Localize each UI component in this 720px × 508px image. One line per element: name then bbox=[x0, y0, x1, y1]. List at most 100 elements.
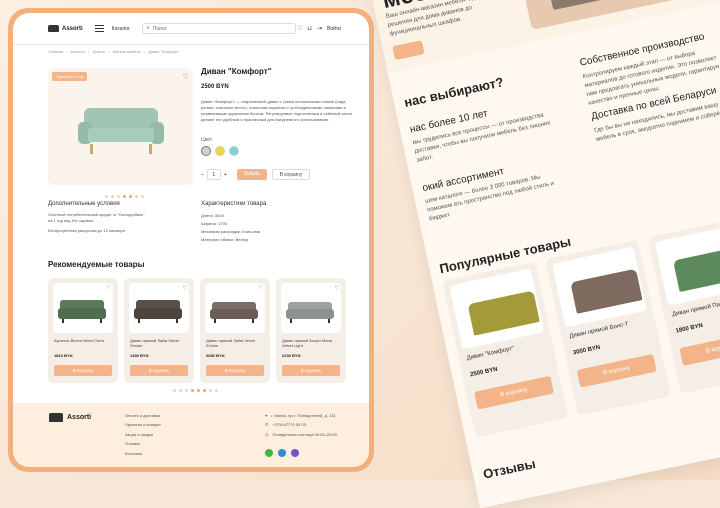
heart-icon[interactable]: ♡ bbox=[183, 73, 188, 80]
bg-product-card[interactable]: Диван "Комфорт" 2500 BYN В корзину bbox=[442, 261, 569, 438]
color-swatch-yellow[interactable] bbox=[215, 146, 225, 156]
characteristic-item: Длина: 3000 bbox=[201, 213, 224, 218]
add-to-cart-button[interactable]: В корзину bbox=[473, 375, 555, 410]
breadcrumb-item[interactable]: Купить bbox=[93, 49, 106, 54]
logo-text: Assorti bbox=[67, 414, 92, 421]
quantity-input[interactable]: 1 bbox=[206, 169, 221, 180]
quantity-plus-button[interactable]: + bbox=[224, 172, 227, 178]
cart-icon[interactable]: ⊔ bbox=[307, 26, 312, 32]
breadcrumb-item[interactable]: Главная bbox=[48, 49, 63, 54]
footer-link[interactable]: Акции и скидки bbox=[125, 430, 161, 439]
footer-logo[interactable]: Assorti bbox=[49, 413, 91, 422]
location-icon: ⌖ bbox=[265, 413, 268, 418]
product-price: 3000 BYN bbox=[572, 344, 601, 357]
product-name[interactable]: Диван прямой Бьорн Мини Velvet Light bbox=[282, 338, 342, 348]
quantity-stepper: – 1 + bbox=[201, 169, 227, 180]
footer-link[interactable]: Гарантия и возврат bbox=[125, 420, 161, 429]
product-price: 1450 BYN bbox=[130, 353, 149, 358]
bg-hero-button[interactable] bbox=[392, 40, 425, 61]
add-to-cart-button[interactable]: В корзину bbox=[130, 365, 188, 376]
product-card[interactable]: ♡ Диван прямой Лайм Velvet Smoke 1450 BY… bbox=[124, 278, 194, 383]
product-price: 2500 BYN bbox=[201, 84, 229, 90]
buy-button[interactable]: Купить bbox=[237, 169, 267, 180]
footer-link[interactable]: Оплата и доставка bbox=[125, 411, 161, 420]
product-name[interactable]: Кушетка Вента Velvet Terra bbox=[54, 338, 114, 343]
footer-link[interactable]: Отзывы bbox=[125, 439, 161, 448]
device-frame: Assorti Каталог ⌕ ♡ ⊔ ⇥ Войти Главная• К… bbox=[8, 8, 374, 472]
product-price: 2500 BYN bbox=[469, 366, 499, 379]
logo[interactable]: Assorti bbox=[48, 25, 83, 32]
social-links bbox=[265, 449, 299, 457]
condition-line: Беспроцентная рассрочка до 12 месяцев bbox=[48, 228, 125, 233]
bg-product-card[interactable]: Диван прямой Бонс-Т 3000 BYN В корзину bbox=[544, 239, 672, 416]
color-swatch-gray[interactable] bbox=[201, 146, 211, 156]
login-link[interactable]: Войти bbox=[327, 26, 341, 32]
add-to-cart-button[interactable]: В корзину bbox=[54, 365, 112, 376]
search-bar[interactable]: ⌕ bbox=[141, 23, 296, 34]
add-to-cart-button[interactable]: В корзину bbox=[576, 353, 657, 388]
product-description: Диван «Комфорт» — современный диван с тр… bbox=[201, 99, 352, 122]
header: Assorti Каталог ⌕ ♡ ⊔ ⇥ Войти bbox=[13, 13, 369, 45]
whatsapp-icon[interactable] bbox=[265, 449, 273, 457]
product-gallery[interactable]: Гарантия 1 год ♡ bbox=[48, 68, 193, 185]
product-page: Assorti Каталог ⌕ ♡ ⊔ ⇥ Войти Главная• К… bbox=[13, 13, 369, 467]
phone-icon: ✆ bbox=[265, 422, 269, 428]
product-image bbox=[78, 108, 164, 154]
product-price: 1800 BYN bbox=[675, 322, 704, 335]
bg-hero-image bbox=[516, 0, 679, 30]
working-hours: Понедельник-пятница 09:00–20:00 bbox=[272, 431, 337, 437]
sofa-logo-icon bbox=[48, 25, 59, 32]
product-image bbox=[654, 224, 720, 306]
footer-link[interactable]: Контакты bbox=[125, 449, 161, 458]
sofa-image bbox=[286, 302, 334, 323]
characteristic-item: Механизм раскладки: Клик-клак bbox=[201, 229, 261, 234]
product-card[interactable]: ♡ Диван прямой Лайм Velvet Echine 2080 B… bbox=[200, 278, 270, 383]
recommended-pagination[interactable] bbox=[173, 389, 218, 392]
sofa-logo-icon bbox=[49, 413, 63, 422]
product-name[interactable]: Диван прямой Лайм Velvet Smoke bbox=[130, 338, 190, 348]
product-card[interactable]: ♡ Диван прямой Бьорн Мини Velvet Light 2… bbox=[276, 278, 346, 383]
conditions-text: Льготный потребительский кредит от "Бела… bbox=[48, 212, 168, 234]
catalog-link[interactable]: Каталог bbox=[112, 26, 130, 32]
product-image bbox=[552, 246, 647, 328]
logo-text: Assorti bbox=[62, 25, 83, 32]
breadcrumb-item[interactable]: Каталог bbox=[71, 49, 86, 54]
breadcrumb-item[interactable]: Мягкая мебель bbox=[113, 49, 141, 54]
guarantee-badge: Гарантия 1 год bbox=[52, 72, 88, 81]
product-price: 1810 BYN bbox=[54, 353, 73, 358]
heart-icon[interactable]: ♡ bbox=[259, 285, 263, 291]
color-label: Цвет bbox=[201, 137, 213, 143]
footer-links: Оплата и доставка Гарантия и возврат Акц… bbox=[125, 411, 161, 458]
add-to-cart-button[interactable]: В корзину bbox=[206, 365, 264, 376]
add-to-cart-button[interactable]: В корзину bbox=[272, 169, 310, 180]
viber-icon[interactable] bbox=[291, 449, 299, 457]
sofa-image bbox=[210, 302, 258, 323]
product-name: Диван "Комфорт" bbox=[466, 345, 515, 362]
product-name[interactable]: Диван прямой Лайм Velvet Echine bbox=[206, 338, 266, 348]
footer: Assorti Оплата и доставка Гарантия и воз… bbox=[13, 403, 369, 467]
gallery-pagination[interactable] bbox=[105, 195, 144, 198]
search-input[interactable] bbox=[152, 25, 283, 32]
sofa-image bbox=[58, 300, 106, 323]
quantity-minus-button[interactable]: – bbox=[201, 172, 204, 178]
footer-contacts: ⌖ г. Минск, пр-т. Победителей, д. 131 ✆ +3… bbox=[265, 411, 337, 439]
add-to-cart-button[interactable]: В корзину bbox=[679, 332, 720, 366]
login-icon[interactable]: ⇥ bbox=[317, 26, 322, 32]
menu-icon[interactable] bbox=[94, 25, 104, 32]
telegram-icon[interactable] bbox=[278, 449, 286, 457]
heart-icon[interactable]: ♡ bbox=[107, 285, 111, 291]
conditions-title: Дополнительные условия bbox=[48, 201, 120, 207]
heart-icon[interactable]: ♡ bbox=[335, 285, 339, 291]
product-price: 2230 BYN bbox=[282, 353, 301, 358]
heart-icon[interactable]: ♡ bbox=[183, 285, 187, 291]
address: г. Минск, пр-т. Победителей, д. 131 bbox=[271, 413, 336, 418]
favorites-icon[interactable]: ♡ bbox=[297, 26, 302, 32]
add-to-cart-button[interactable]: В корзину bbox=[282, 365, 340, 376]
phone[interactable]: +375447779 05 03 bbox=[272, 420, 305, 429]
product-card[interactable]: ♡ Кушетка Вента Velvet Terra 1810 BYN В … bbox=[48, 278, 118, 383]
breadcrumb-current: Диван "Комфорт" bbox=[148, 49, 181, 54]
header-actions: ♡ ⊔ ⇥ Войти bbox=[297, 26, 341, 32]
bg-reviews-title: Отзывы bbox=[481, 455, 537, 482]
product-title: Диван "Комфорт" bbox=[201, 67, 272, 76]
color-swatch-cyan[interactable] bbox=[229, 146, 239, 156]
